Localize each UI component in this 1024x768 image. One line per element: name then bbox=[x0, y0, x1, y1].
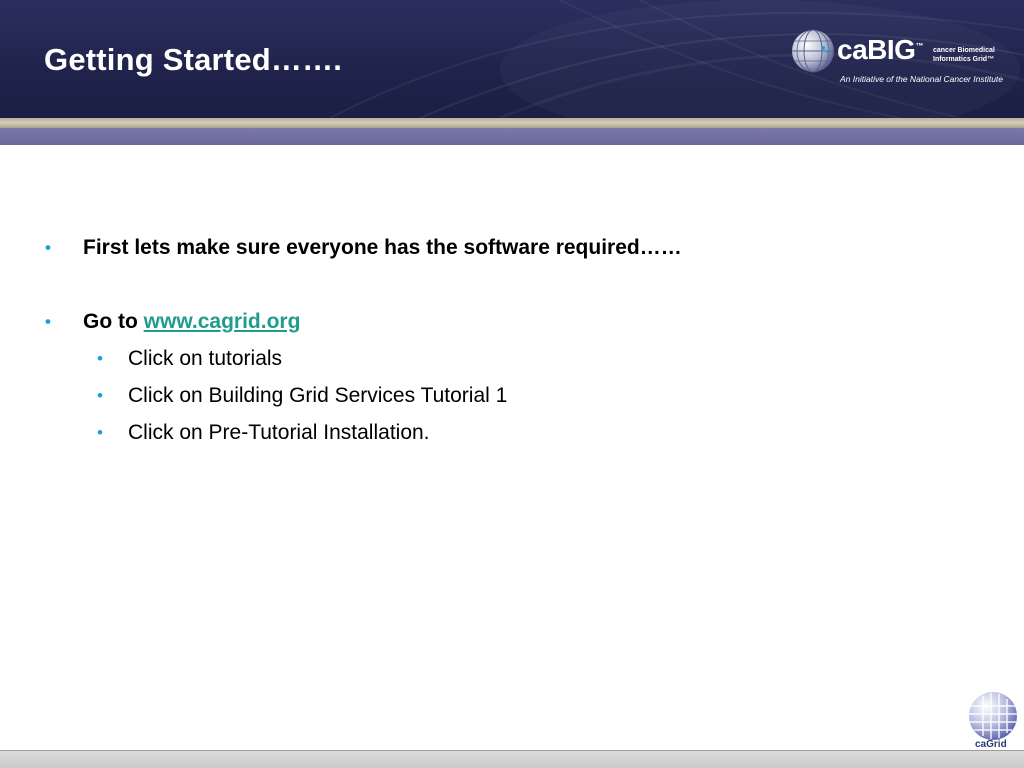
sub-bullet-text: Click on tutorials bbox=[128, 347, 283, 370]
bullet-dot: • bbox=[97, 423, 103, 442]
slide-title: Getting Started……. bbox=[44, 42, 343, 77]
bullet-text: First lets make sure everyone has the so… bbox=[83, 236, 682, 259]
cagrid-link[interactable]: www.cagrid.org bbox=[144, 310, 301, 333]
bullet-go-to: • Go to www.cagrid.org bbox=[45, 310, 301, 334]
footer-bar bbox=[0, 751, 1024, 768]
cagrid-logo-text: caGrid bbox=[975, 739, 1007, 750]
header-stripe-purple bbox=[0, 128, 1024, 145]
globe-icon bbox=[792, 29, 834, 73]
slide-header: Getting Started……. caBIG™ cancer Biomedi… bbox=[0, 0, 1024, 118]
bullet-software-required: • First lets make sure everyone has the … bbox=[45, 236, 682, 260]
bullet-text: Go to bbox=[83, 310, 144, 333]
sub-bullet-text: Click on Pre-Tutorial Installation. bbox=[128, 421, 430, 444]
bullet-dot: • bbox=[97, 386, 103, 405]
cabig-logo: caBIG™ cancer Biomedical Informatics Gri… bbox=[790, 28, 1015, 90]
sub-bullet-text: Click on Building Grid Services Tutorial… bbox=[128, 384, 508, 407]
bullet-dot: • bbox=[45, 238, 51, 257]
sub-bullet-pre-tutorial: • Click on Pre-Tutorial Installation. bbox=[97, 421, 430, 445]
logo-tagline: An Initiative of the National Cancer Ins… bbox=[840, 74, 1004, 84]
logo-subtitle: cancer Biomedical Informatics Grid™ bbox=[933, 47, 995, 63]
header-stripe-tan bbox=[0, 118, 1024, 128]
bullet-dot: • bbox=[45, 312, 51, 331]
sub-bullet-tutorials: • Click on tutorials bbox=[97, 347, 283, 371]
bullet-dot: • bbox=[97, 349, 103, 368]
sub-bullet-grid-services: • Click on Building Grid Services Tutori… bbox=[97, 384, 508, 408]
logo-wordmark: caBIG™ bbox=[837, 34, 923, 65]
